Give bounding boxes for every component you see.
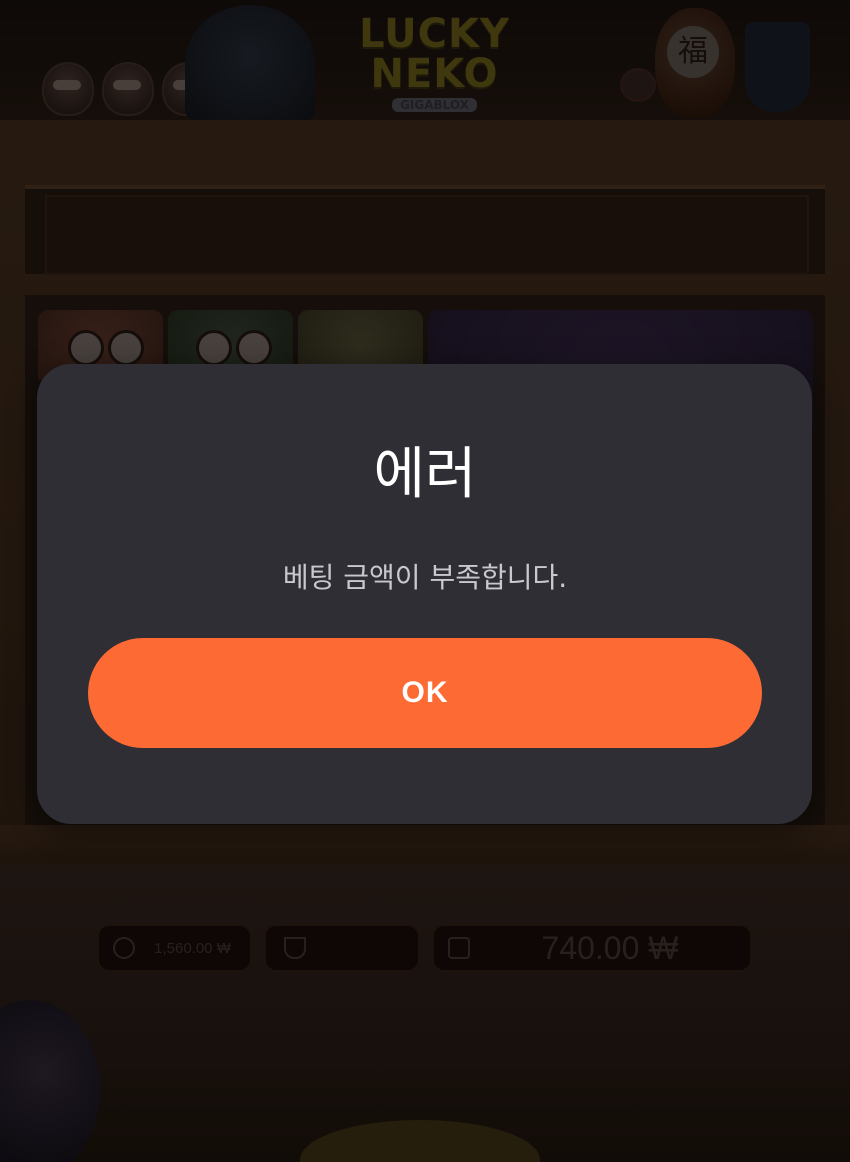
dialog-title: 에러 [373, 442, 477, 507]
dialog-message: 베팅 금액이 부족합니다. [282, 561, 568, 594]
game-screen: LUCKY NEKO GIGABLOX 福 1,560.00 ₩ 740.00 … [0, 0, 850, 1162]
ok-button[interactable]: OK [88, 638, 762, 748]
